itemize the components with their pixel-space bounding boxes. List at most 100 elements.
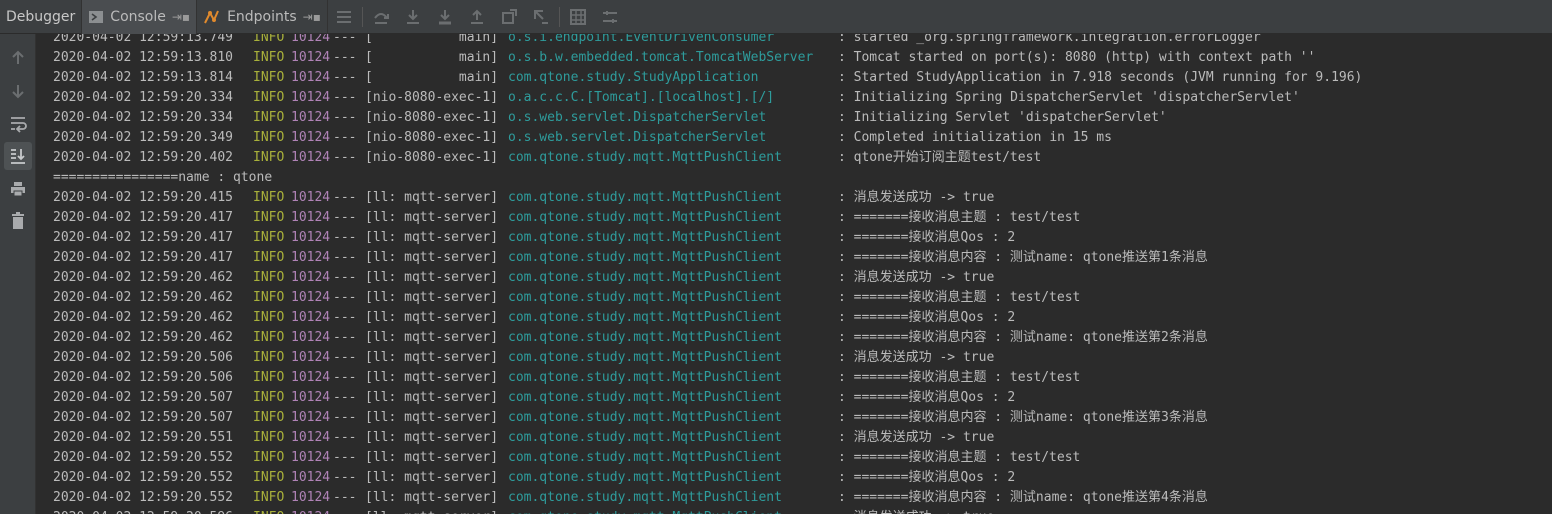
log-separator: --- — [333, 370, 357, 385]
log-level: INFO — [253, 370, 285, 385]
log-line: 2020-04-02 12:59:13.749 INFO 10124 --- [ mai… — [53, 34, 1362, 48]
step-out-icon[interactable] — [461, 0, 493, 34]
log-separator: --- — [333, 450, 357, 465]
log-logger: com.qtone.study.mqtt.MqttPushClient — [508, 290, 782, 305]
log-message: : 消息发送成功 -> true — [838, 350, 995, 365]
tab-endpoints[interactable]: Endpoints ⇥▪ — [197, 0, 328, 34]
log-logger: o.s.web.servlet.DispatcherServlet — [508, 130, 767, 145]
log-thread: [nio-8080-exec-1] — [365, 150, 499, 165]
log-line: 2020-04-02 12:59:20.334 INFO 10124 --- [nio-… — [53, 88, 1362, 108]
log-line: 2020-04-02 12:59:20.552 INFO 10124 --- [ll: … — [53, 468, 1362, 488]
log-thread: [ll: mqtt-server] — [365, 490, 499, 505]
log-message: : =======接收消息内容 : 测试name: qtone推送第4条消息 — [838, 490, 1208, 505]
log-logger: com.qtone.study.mqtt.MqttPushClient — [508, 450, 782, 465]
tab-debugger-label: Debugger — [6, 8, 76, 25]
log-pid: 10124 — [291, 508, 333, 514]
print-icon[interactable] — [4, 175, 32, 203]
log-separator: --- — [333, 390, 357, 405]
log-timestamp: 2020-04-02 12:59:20.417 — [53, 250, 234, 265]
log-line: 2020-04-02 12:59:20.506 INFO 10124 --- [ll: … — [53, 368, 1362, 388]
run-to-cursor-icon[interactable] — [525, 0, 557, 34]
step-into-icon[interactable] — [397, 0, 429, 34]
trace-icon[interactable] — [594, 0, 626, 34]
log-level: INFO — [253, 390, 285, 405]
log-timestamp: 2020-04-02 12:59:20.417 — [53, 210, 234, 225]
log-level: INFO — [253, 490, 285, 505]
log-timestamp: 2020-04-02 12:59:20.415 — [53, 190, 234, 205]
log-line: 2020-04-02 12:59:20.349 INFO 10124 --- [nio-… — [53, 128, 1362, 148]
log-logger: com.qtone.study.mqtt.MqttPushClient — [508, 508, 838, 514]
log-level: INFO — [253, 110, 285, 125]
log-thread: [ll: mqtt-server] — [365, 508, 508, 514]
log-timestamp: 2020-04-02 12:59:20.462 — [53, 290, 234, 305]
log-timestamp: 2020-04-02 12:59:20.552 — [53, 490, 234, 505]
log-line: 2020-04-02 12:59:20.415 INFO 10124 --- [ll: … — [53, 188, 1362, 208]
log-message: : =======接收消息内容 : 测试name: qtone推送第3条消息 — [838, 410, 1208, 425]
log-pid: 10124 — [291, 110, 331, 125]
log-thread: [ll: mqtt-server] — [365, 190, 499, 205]
soft-wrap-icon[interactable] — [4, 110, 32, 138]
menu-icon[interactable] — [328, 0, 360, 34]
log-thread: [nio-8080-exec-1] — [365, 90, 499, 105]
tab-debugger[interactable]: Debugger — [0, 0, 83, 34]
drop-frame-icon[interactable] — [493, 0, 525, 34]
log-message: : =======接收消息内容 : 测试name: qtone推送第2条消息 — [838, 330, 1208, 345]
log-message: : =======接收消息主题 : test/test — [838, 290, 1081, 305]
evaluate-icon[interactable] — [562, 0, 594, 34]
up-arrow-icon[interactable] — [4, 44, 32, 72]
log-pid: 10124 — [291, 50, 331, 65]
log-line: 2020-04-02 12:59:20.462 INFO 10124 --- [ll: … — [53, 288, 1362, 308]
tab-console[interactable]: Console ⇥▪ — [82, 0, 198, 34]
log-thread: [ll: mqtt-server] — [365, 290, 499, 305]
force-step-into-icon[interactable] — [429, 0, 461, 34]
log-pid: 10124 — [291, 370, 331, 385]
log-message: : 消息发送成功 -> true — [838, 270, 995, 285]
scroll-to-end-icon[interactable] — [4, 142, 32, 170]
log-message: : Completed initialization in 15 ms — [838, 130, 1112, 145]
tab-endpoints-pin[interactable]: ⇥▪ — [303, 10, 321, 24]
log-line: 2020-04-02 12:59:20.506 INFO 10124 --- [ll: … — [53, 348, 1362, 368]
log-logger: o.s.b.w.embedded.tomcat.TomcatWebServer — [508, 50, 814, 65]
log-line: 2020-04-02 12:59:20.417 INFO 10124 --- [ll: … — [53, 208, 1362, 228]
step-over-icon[interactable] — [365, 0, 397, 34]
log-pid: 10124 — [291, 270, 331, 285]
log-pid: 10124 — [291, 290, 331, 305]
log-separator: --- — [333, 150, 357, 165]
log-pid: 10124 — [291, 350, 331, 365]
log-level: INFO — [253, 350, 285, 365]
log-pid: 10124 — [291, 470, 331, 485]
log-timestamp: 2020-04-02 12:59:20.596 — [53, 508, 253, 514]
log-timestamp: 2020-04-02 12:59:20.507 — [53, 390, 234, 405]
log-line: 2020-04-02 12:59:13.814 INFO 10124 --- [ mai… — [53, 68, 1362, 88]
log-level: INFO — [253, 330, 285, 345]
log-separator: --- — [333, 430, 357, 445]
log-thread: [ll: mqtt-server] — [365, 450, 499, 465]
log-line: 2020-04-02 12:59:20.552 INFO 10124 --- [ll: … — [53, 488, 1362, 508]
log-line: 2020-04-02 12:59:20.334 INFO 10124 --- [nio-… — [53, 108, 1362, 128]
log-logger: com.qtone.study.mqtt.MqttPushClient — [508, 370, 782, 385]
log-timestamp: 2020-04-02 12:59:20.462 — [53, 270, 234, 285]
log-logger: o.s.i.endpoint.EventDrivenConsumer — [508, 34, 775, 45]
log-separator: --- — [333, 310, 357, 325]
log-separator: --- — [333, 410, 357, 425]
log-timestamp: 2020-04-02 12:59:20.402 — [53, 150, 234, 165]
console-output[interactable]: 2020-04-02 12:59:13.749 INFO 10124 ---[ mai… — [37, 34, 1552, 514]
log-line: 2020-04-02 12:59:20.507 INFO 10124 --- [ll: … — [53, 388, 1362, 408]
log-logger: com.qtone.study.mqtt.MqttPushClient — [508, 210, 782, 225]
log-level: INFO — [253, 190, 285, 205]
log-separator: --- — [333, 34, 357, 45]
trash-icon[interactable] — [4, 207, 32, 235]
log-pid: 10124 — [291, 390, 331, 405]
down-arrow-icon[interactable] — [4, 77, 32, 105]
log-message: : =======接收消息Qos : 2 — [838, 230, 1016, 245]
log-separator: --- — [333, 290, 357, 305]
log-message: : =======接收消息Qos : 2 — [838, 310, 1016, 325]
log-timestamp: 2020-04-02 12:59:20.349 — [53, 130, 234, 145]
log-logger: com.qtone.study.mqtt.MqttPushClient — [508, 350, 782, 365]
log-level: INFO — [253, 90, 285, 105]
log-separator: --- — [333, 350, 357, 365]
log-level: INFO — [253, 34, 285, 45]
log-logger: com.qtone.study.mqtt.MqttPushClient — [508, 250, 782, 265]
tab-console-pin[interactable]: ⇥▪ — [172, 10, 190, 24]
log-pid: 10124 — [291, 34, 331, 45]
